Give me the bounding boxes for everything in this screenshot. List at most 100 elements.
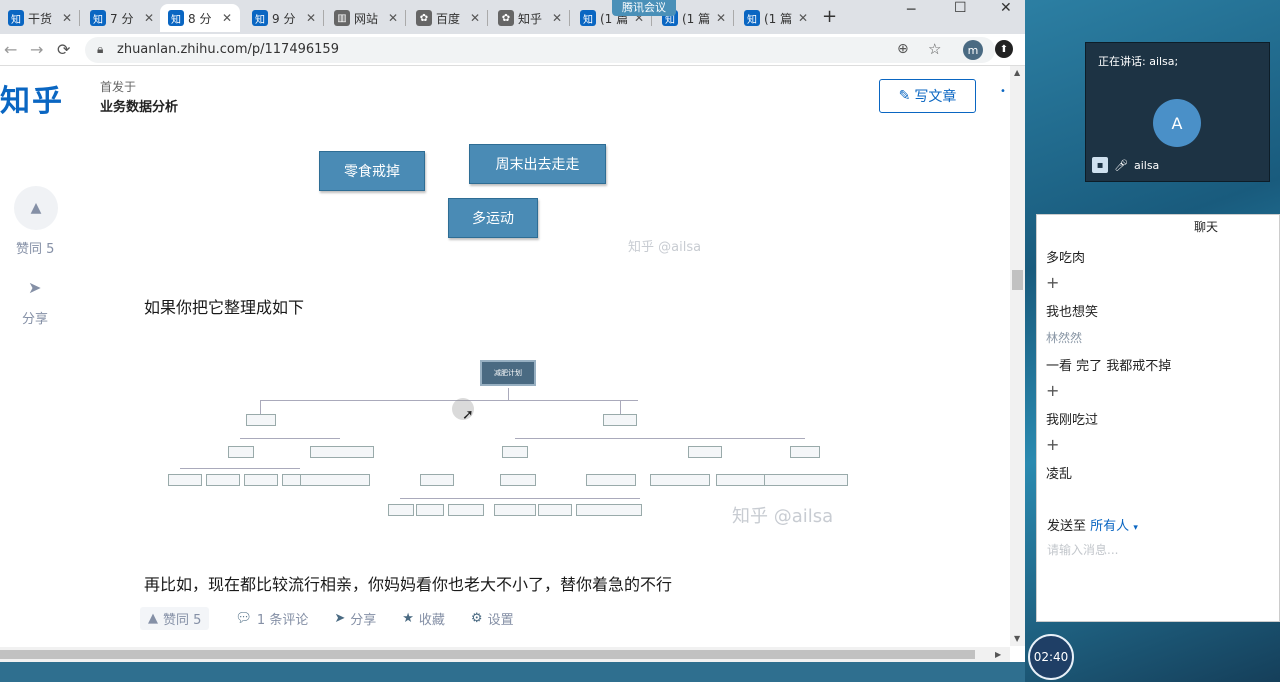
chat-message: 我也想笑 [1046, 305, 1099, 320]
chat-message: + [1046, 381, 1060, 400]
chat-title: 聊天 [1193, 220, 1218, 234]
tab-5[interactable]: ✿ 百度 ✕ [408, 4, 488, 32]
lock-icon: 🔒︎ [97, 42, 104, 56]
close-icon[interactable]: ✕ [388, 11, 398, 25]
send-to-selector[interactable]: 发送至 所有人 ▾ [1047, 515, 1138, 534]
scrollbar-thumb[interactable] [1012, 270, 1023, 290]
horizontal-scrollbar[interactable]: ▶ [0, 647, 1010, 662]
tab-3[interactable]: 知 9 分 ✕ [244, 4, 324, 32]
close-icon[interactable]: ✕ [716, 11, 726, 25]
star-icon: ★ [402, 610, 414, 626]
zoom-icon[interactable]: ⊕ [897, 41, 909, 57]
collect-label: 收藏 [418, 612, 445, 628]
reload-icon[interactable]: ⟳ [57, 40, 70, 59]
vote-button[interactable]: ▲ 赞同 5 [140, 606, 210, 630]
back-icon[interactable]: ← [4, 40, 17, 59]
paper-plane-icon[interactable]: ➤ [28, 278, 41, 297]
vertical-scrollbar[interactable]: ▲ ▼ [1010, 66, 1025, 646]
participant-row: ▪ 🎤︎ ailsa [1092, 157, 1159, 173]
collect-button[interactable]: ★ 收藏 [402, 609, 445, 628]
close-icon[interactable]: ✕ [62, 11, 72, 25]
comments-button[interactable]: 💬︎ 1 条评论 [235, 609, 308, 628]
maximize-icon[interactable]: ☐ [954, 0, 967, 16]
forward-icon[interactable]: → [30, 40, 43, 59]
tab-label: 9 分 [272, 11, 296, 26]
tree-node [244, 474, 278, 486]
image-watermark: 知乎 @ailsa [628, 240, 702, 255]
extension-icon[interactable]: ⬆ [995, 40, 1013, 58]
scroll-down-icon[interactable]: ▼ [1014, 634, 1020, 643]
profile-avatar[interactable]: m [963, 40, 983, 60]
more-dot-icon[interactable]: • [1000, 86, 1006, 97]
chat-message: 凌乱 [1046, 467, 1073, 482]
paragraph-2: 再比如，现在都比较流行相亲，你妈妈看你也老大不小了，替你着急的不行 [144, 575, 673, 594]
settings-button[interactable]: ⚙ 设置 [471, 609, 514, 628]
chat-message: + [1046, 435, 1060, 454]
tree-node [790, 446, 820, 458]
tree-node [500, 474, 536, 486]
tab-label: (1 篇 [764, 11, 793, 26]
close-icon[interactable]: ✕ [798, 11, 808, 25]
vote-label: 赞同 5 [163, 612, 202, 628]
side-share-label[interactable]: 分享 [22, 308, 48, 327]
share-button[interactable]: ➤ 分享 [334, 609, 376, 628]
close-icon[interactable]: ✕ [306, 11, 316, 25]
first-published-label: 首发于 [100, 80, 137, 94]
tab-bar: 知干货 ✕ 知7 分 ✕ 知8 分 ✕ 知9 分 ✕ ▥ 网站 ✕ ✿ 百度 ✕ ✿ 知乎 ✕ 知(… [0, 0, 1025, 34]
zhihu-logo[interactable]: 知乎 [0, 76, 64, 120]
send-target[interactable]: 所有人 [1090, 519, 1129, 534]
url-text[interactable]: zhuanlan.zhihu.com/p/117496159 [117, 42, 339, 57]
participant-name: ailsa [1133, 158, 1160, 172]
tree-node [586, 474, 636, 486]
browser-window: 知干货 ✕ 知7 分 ✕ 知8 分 ✕ 知9 分 ✕ ▥ 网站 ✕ ✿ 百度 ✕ ✿ 知乎 ✕ 知(… [0, 0, 1025, 662]
user-icon: ▪ [1092, 157, 1108, 173]
meeting-banner: 腾讯会议 [612, 0, 676, 16]
comment-bubble-icon: 💬︎ [235, 610, 252, 626]
close-window-icon[interactable]: ✕ [1000, 0, 1012, 16]
tab-1[interactable]: 知 7 分 ✕ [82, 4, 162, 32]
microphone-icon[interactable]: 🎤︎ [1114, 159, 1128, 172]
tree-node [576, 504, 642, 516]
tree-node [228, 446, 254, 458]
side-vote-label: 赞同 5 [16, 242, 55, 257]
tab-6[interactable]: ✿ 知乎 ✕ [490, 4, 570, 32]
tab-label: 百度 [436, 11, 461, 26]
tree-node [716, 474, 766, 486]
chat-input[interactable]: 请输入消息... [1047, 541, 1118, 558]
minimize-icon[interactable]: ─ [907, 2, 915, 18]
close-icon[interactable]: ✕ [470, 11, 480, 25]
tab-9[interactable]: 知 (1 篇 ✕ [736, 4, 816, 32]
tree-node [494, 504, 536, 516]
new-tab-button[interactable]: + [822, 6, 837, 27]
column-name[interactable]: 业务数据分析 [100, 96, 178, 115]
write-article-button[interactable]: ✎ 写文章 [879, 79, 976, 113]
tab-0[interactable]: 知干货 ✕ [0, 4, 80, 32]
settings-label: 设置 [487, 612, 514, 628]
close-icon[interactable]: ✕ [222, 11, 232, 25]
tab-2-active[interactable]: 知 8 分 ✕ [160, 4, 240, 32]
close-icon[interactable]: ✕ [552, 11, 562, 25]
chart-icon: ▥ [334, 10, 350, 26]
chat-sender-name: 林然然 [1046, 331, 1083, 345]
address-bar[interactable]: 🔒︎ zhuanlan.zhihu.com/p/117496159 ⊕ ☆ [85, 37, 995, 63]
scroll-up-icon[interactable]: ▲ [1014, 68, 1020, 77]
tree-node [688, 446, 722, 458]
article-action-bar: ▲ 赞同 5 💬︎ 1 条评论 ➤ 分享 ★ 收藏 ⚙ 设置 [140, 606, 540, 630]
tab-label: 知乎 [518, 11, 543, 26]
tab-label: (1 篇 [682, 11, 711, 26]
bookmark-star-icon[interactable]: ☆ [928, 40, 941, 58]
recording-timer[interactable]: 02:40 [1028, 634, 1074, 680]
close-icon[interactable]: ✕ [144, 11, 154, 25]
write-article-label: 写文章 [914, 89, 957, 105]
gear-icon: ⚙ [470, 610, 483, 626]
article-page: 知乎 首发于 业务数据分析 ✎ 写文章 • ▲ 赞同 5 ➤ 分享 零食戒掉 周末… [0, 66, 1025, 662]
chevron-down-icon[interactable]: ▾ [1133, 523, 1138, 533]
zhihu-icon: 知 [90, 10, 106, 26]
side-vote-button[interactable]: ▲ [14, 186, 58, 230]
chat-message: + [1046, 273, 1060, 292]
box-weekend: 周末出去走走 [469, 144, 606, 184]
tab-4[interactable]: ▥ 网站 ✕ [326, 4, 406, 32]
scroll-right-icon[interactable]: ▶ [995, 650, 1001, 659]
scrollbar-thumb[interactable] [0, 650, 975, 659]
tab-label: 干货 [28, 11, 53, 26]
